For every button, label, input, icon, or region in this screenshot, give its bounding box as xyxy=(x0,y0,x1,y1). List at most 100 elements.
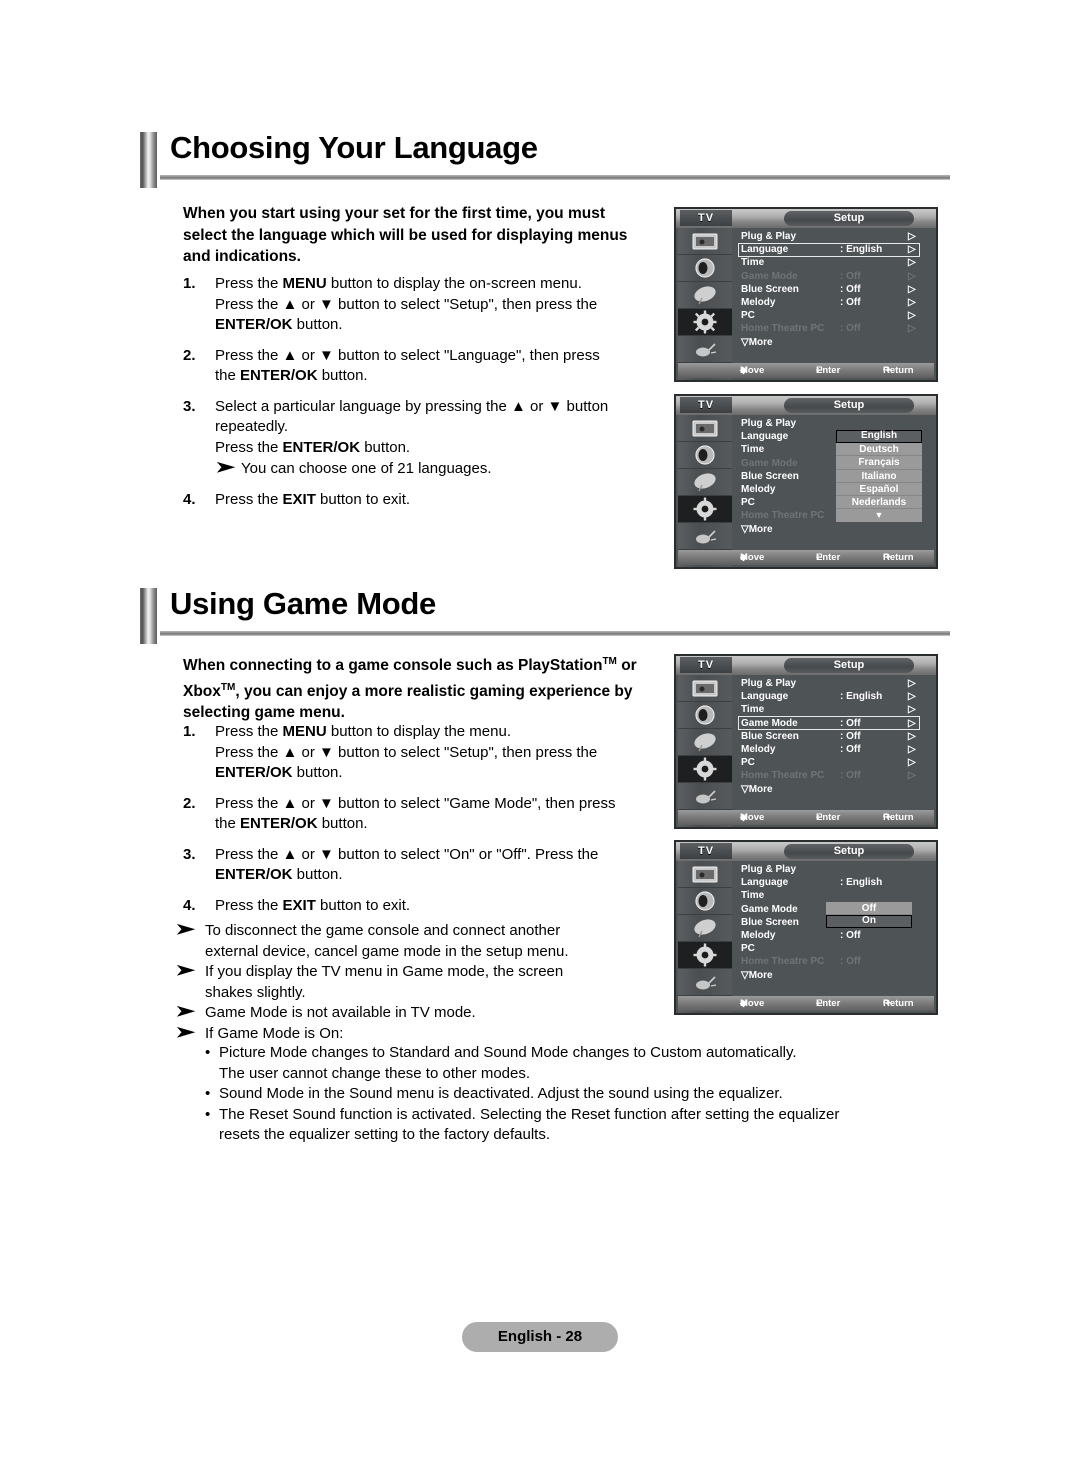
step-text: Select a particular language by pressing… xyxy=(215,397,609,415)
osd-menu-setup-game-mode[interactable]: TV Setup Plug & Play ▷ Language: Englis… xyxy=(674,654,938,829)
language-option-italiano[interactable]: Italiano xyxy=(836,470,922,483)
bullets-game-mode-on: • Picture Mode changes to Standard and S… xyxy=(205,1043,945,1146)
osd-row-melody[interactable]: Melody : Off ▷ xyxy=(738,296,934,309)
osd-label: Blue Screen xyxy=(741,283,799,295)
channel-icon[interactable] xyxy=(678,915,732,942)
osd-row-language[interactable]: Language : English xyxy=(738,876,934,889)
osd-title: Setup xyxy=(784,398,914,413)
bullet-text: The user cannot change these to other mo… xyxy=(219,1064,531,1082)
setup-gear-icon[interactable] xyxy=(678,756,732,783)
note-item: ➤ You can choose one of 21 languages. xyxy=(215,459,663,480)
osd-label: Game Mode xyxy=(741,903,798,915)
exit-button-ref: EXIT xyxy=(282,896,316,914)
step-text: Press the ▲ or ▼ button to select "Setup… xyxy=(215,295,598,313)
osd-menu-language-dropdown[interactable]: TV Setup Plug & Play Language Time Game … xyxy=(674,394,938,569)
osd-label: Melody xyxy=(741,483,776,495)
osd-menu-setup-language[interactable]: TV Setup Plug & Play ▷ Language: Englis… xyxy=(674,207,938,382)
picture-icon[interactable] xyxy=(678,415,732,442)
osd-row-blue-screen[interactable]: Blue Screen : Off ▷ xyxy=(738,730,934,743)
osd-item-list: Plug & Play ▷ Language : English ▷ Time … xyxy=(738,677,934,797)
channel-icon[interactable] xyxy=(678,469,732,496)
osd-value: : English xyxy=(840,877,883,889)
input-icon[interactable] xyxy=(678,783,732,810)
osd-row-language[interactable]: Language : English ▷ xyxy=(738,690,934,703)
osd-row-time[interactable]: Time ▷ xyxy=(738,256,934,269)
enter-button-ref: ENTER/OK xyxy=(215,316,293,333)
osd-sidebar xyxy=(678,415,732,567)
section-using-game-mode: Using Game Mode xyxy=(140,586,950,644)
language-option-espanol[interactable]: Español xyxy=(836,483,922,496)
input-icon[interactable] xyxy=(678,969,732,996)
osd-row-home-theatre-pc: Home Theatre PC : Off ▷ xyxy=(738,769,934,782)
game-mode-option-off[interactable]: Off xyxy=(826,902,912,916)
osd-row-language[interactable]: Language : English ▷ xyxy=(738,242,934,257)
osd-value: : Off xyxy=(840,283,861,295)
osd-row-game-mode[interactable]: Game Mode : Off ▷ xyxy=(738,716,934,731)
language-dropdown[interactable]: English Deutsch Français Italiano Españo… xyxy=(836,430,922,523)
chevron-right-icon: ▷ xyxy=(908,704,916,716)
game-mode-dropdown[interactable]: Off On xyxy=(826,902,912,929)
osd-row-pc[interactable]: PC ▷ xyxy=(738,309,934,322)
step-item: 3. Press the ▲ or ▼ button to select "On… xyxy=(183,845,599,884)
osd-row-time[interactable]: Time ▷ xyxy=(738,703,934,716)
channel-icon[interactable] xyxy=(678,729,732,756)
osd-row-pc[interactable]: PC ▷ xyxy=(738,756,934,769)
osd-value: : Off xyxy=(840,956,861,968)
osd-hint-bar: ◆ Move ↵ Enter ↷ Return xyxy=(678,550,934,565)
osd-sidebar xyxy=(678,228,732,380)
osd-row-plug-play[interactable]: Plug & Play xyxy=(738,417,934,430)
input-icon[interactable] xyxy=(678,336,732,363)
note-text: Game Mode is not available in TV mode. xyxy=(205,1004,476,1021)
step-number: 1. xyxy=(183,723,196,740)
osd-title: Setup xyxy=(784,844,914,859)
sound-icon[interactable] xyxy=(678,255,732,282)
step-number: 2. xyxy=(183,346,196,364)
step-text: button. xyxy=(360,438,411,456)
osd-row-time[interactable]: Time xyxy=(738,889,934,902)
osd-menu-game-mode-dropdown[interactable]: TV Setup Plug & Play Language: English … xyxy=(674,840,938,1015)
osd-more-row[interactable]: ▽More xyxy=(741,783,936,797)
osd-row-melody[interactable]: Melody : Off ▷ xyxy=(738,743,934,756)
game-mode-option-on[interactable]: On xyxy=(826,915,912,929)
sound-icon[interactable] xyxy=(678,702,732,729)
osd-row-blue-screen[interactable]: Blue Screen : Off ▷ xyxy=(738,283,934,296)
language-option-deutsch[interactable]: Deutsch xyxy=(836,443,922,457)
channel-icon[interactable] xyxy=(678,282,732,309)
step-text: repeatedly. xyxy=(215,418,289,435)
osd-label: Time xyxy=(741,257,765,269)
language-option-nederlands[interactable]: Nederlands xyxy=(836,496,922,510)
picture-icon[interactable] xyxy=(678,675,732,702)
osd-row-pc[interactable]: PC xyxy=(738,942,934,955)
page-title-using-game-mode: Using Game Mode xyxy=(170,586,436,621)
language-option-english[interactable]: English xyxy=(836,430,922,444)
osd-more-row[interactable]: ▽More xyxy=(741,969,936,983)
osd-row-melody[interactable]: Melody : Off xyxy=(738,929,934,942)
language-option-francais[interactable]: Français xyxy=(836,456,922,470)
osd-label: Melody xyxy=(741,929,776,941)
osd-label: Time xyxy=(741,704,765,716)
setup-gear-icon[interactable] xyxy=(678,309,732,336)
setup-gear-icon[interactable] xyxy=(678,496,732,523)
osd-sidebar xyxy=(678,675,732,827)
osd-more-row[interactable]: ▽More xyxy=(741,523,936,537)
section-choosing-language: Choosing Your Language xyxy=(140,130,950,188)
setup-gear-icon[interactable] xyxy=(678,942,732,969)
osd-title: Setup xyxy=(784,211,914,226)
sound-icon[interactable] xyxy=(678,442,732,469)
bullet-item: • Sound Mode in the Sound menu is deacti… xyxy=(205,1084,945,1105)
menu-button-ref: MENU xyxy=(282,275,327,292)
picture-icon[interactable] xyxy=(678,861,732,888)
chevron-right-icon: ▷ xyxy=(908,757,916,769)
picture-icon[interactable] xyxy=(678,228,732,255)
osd-more-row[interactable]: ▽More xyxy=(741,336,936,350)
osd-hint-bar: ◆ Move ↵ Enter ↷ Return xyxy=(678,996,934,1011)
input-icon[interactable] xyxy=(678,523,732,550)
sound-icon[interactable] xyxy=(678,888,732,915)
osd-row-plug-play[interactable]: Plug & Play ▷ xyxy=(738,230,934,243)
intro-line-3: selecting game menu. xyxy=(183,704,345,722)
chevron-right-icon: ▷ xyxy=(908,323,916,335)
bullet-dot-icon: • xyxy=(205,1105,211,1123)
osd-row-plug-play[interactable]: Plug & Play xyxy=(738,863,934,876)
osd-row-plug-play[interactable]: Plug & Play ▷ xyxy=(738,677,934,690)
chevron-down-icon[interactable]: ▼ xyxy=(836,509,922,522)
